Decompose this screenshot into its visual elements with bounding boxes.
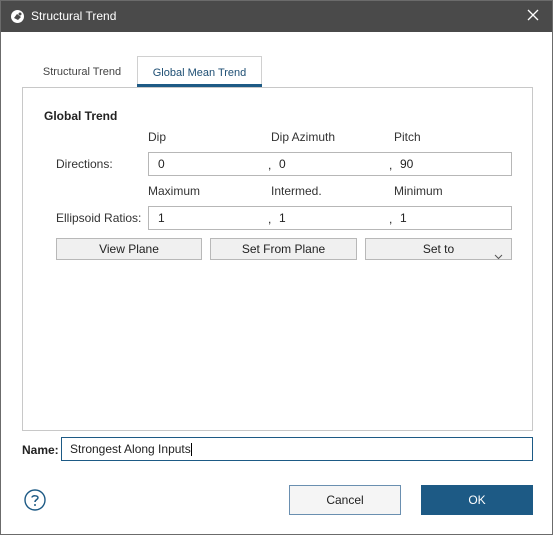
tab-label: Global Mean Trend	[152, 67, 247, 79]
ok-button[interactable]: OK	[421, 485, 533, 515]
directions-label: Directions:	[56, 157, 113, 171]
header-dip: Dip	[148, 130, 167, 144]
separator: ,	[268, 212, 272, 226]
tab-structural-trend[interactable]: Structural Trend	[28, 56, 136, 86]
leapfrog-app-icon	[10, 9, 25, 24]
dialog-window: Structural Trend Structural Trend Global…	[0, 0, 553, 535]
global-trend-panel: Global Trend Dip Dip Azimuth Pitch Direc…	[22, 87, 533, 431]
help-button[interactable]	[24, 489, 46, 511]
header-intermediate: Intermed.	[271, 184, 322, 198]
ellipsoid-ratios-label: Ellipsoid Ratios:	[56, 211, 142, 225]
separator: ,	[389, 158, 393, 172]
window-title: Structural Trend	[31, 9, 117, 23]
chevron-down-icon	[494, 246, 503, 266]
ellipsoid-field-group: 1 , 1 , 1	[148, 206, 512, 230]
text-caret	[190, 443, 192, 457]
name-label: Name:	[22, 443, 59, 457]
close-button[interactable]	[514, 1, 552, 32]
name-value: Strongest Along Inputs	[70, 442, 191, 456]
header-dip-azimuth: Dip Azimuth	[271, 130, 336, 144]
title-bar: Structural Trend	[1, 1, 552, 32]
header-minimum: Minimum	[394, 184, 443, 198]
section-title: Global Trend	[44, 109, 118, 123]
close-icon	[527, 9, 539, 24]
view-plane-button[interactable]: View Plane	[56, 238, 202, 260]
help-icon	[24, 489, 46, 514]
header-pitch: Pitch	[394, 130, 421, 144]
separator: ,	[389, 212, 393, 226]
tab-label: Structural Trend	[42, 66, 122, 78]
maximum-field[interactable]: 1	[158, 211, 165, 225]
directions-field-group: 0 , 0 , 90	[148, 152, 512, 176]
separator: ,	[268, 158, 272, 172]
set-to-label: Set to	[422, 242, 455, 256]
dip-azimuth-field[interactable]: 0	[279, 157, 286, 171]
dip-field[interactable]: 0	[158, 157, 165, 171]
tab-global-mean-trend[interactable]: Global Mean Trend	[137, 56, 262, 87]
intermediate-field[interactable]: 1	[279, 211, 286, 225]
minimum-field[interactable]: 1	[400, 211, 407, 225]
set-from-plane-button[interactable]: Set From Plane	[210, 238, 357, 260]
set-to-dropdown[interactable]: Set to	[365, 238, 512, 260]
name-input[interactable]: Strongest Along Inputs	[61, 437, 533, 461]
header-maximum: Maximum	[148, 184, 201, 198]
cancel-button[interactable]: Cancel	[289, 485, 401, 515]
pitch-field[interactable]: 90	[400, 157, 413, 171]
